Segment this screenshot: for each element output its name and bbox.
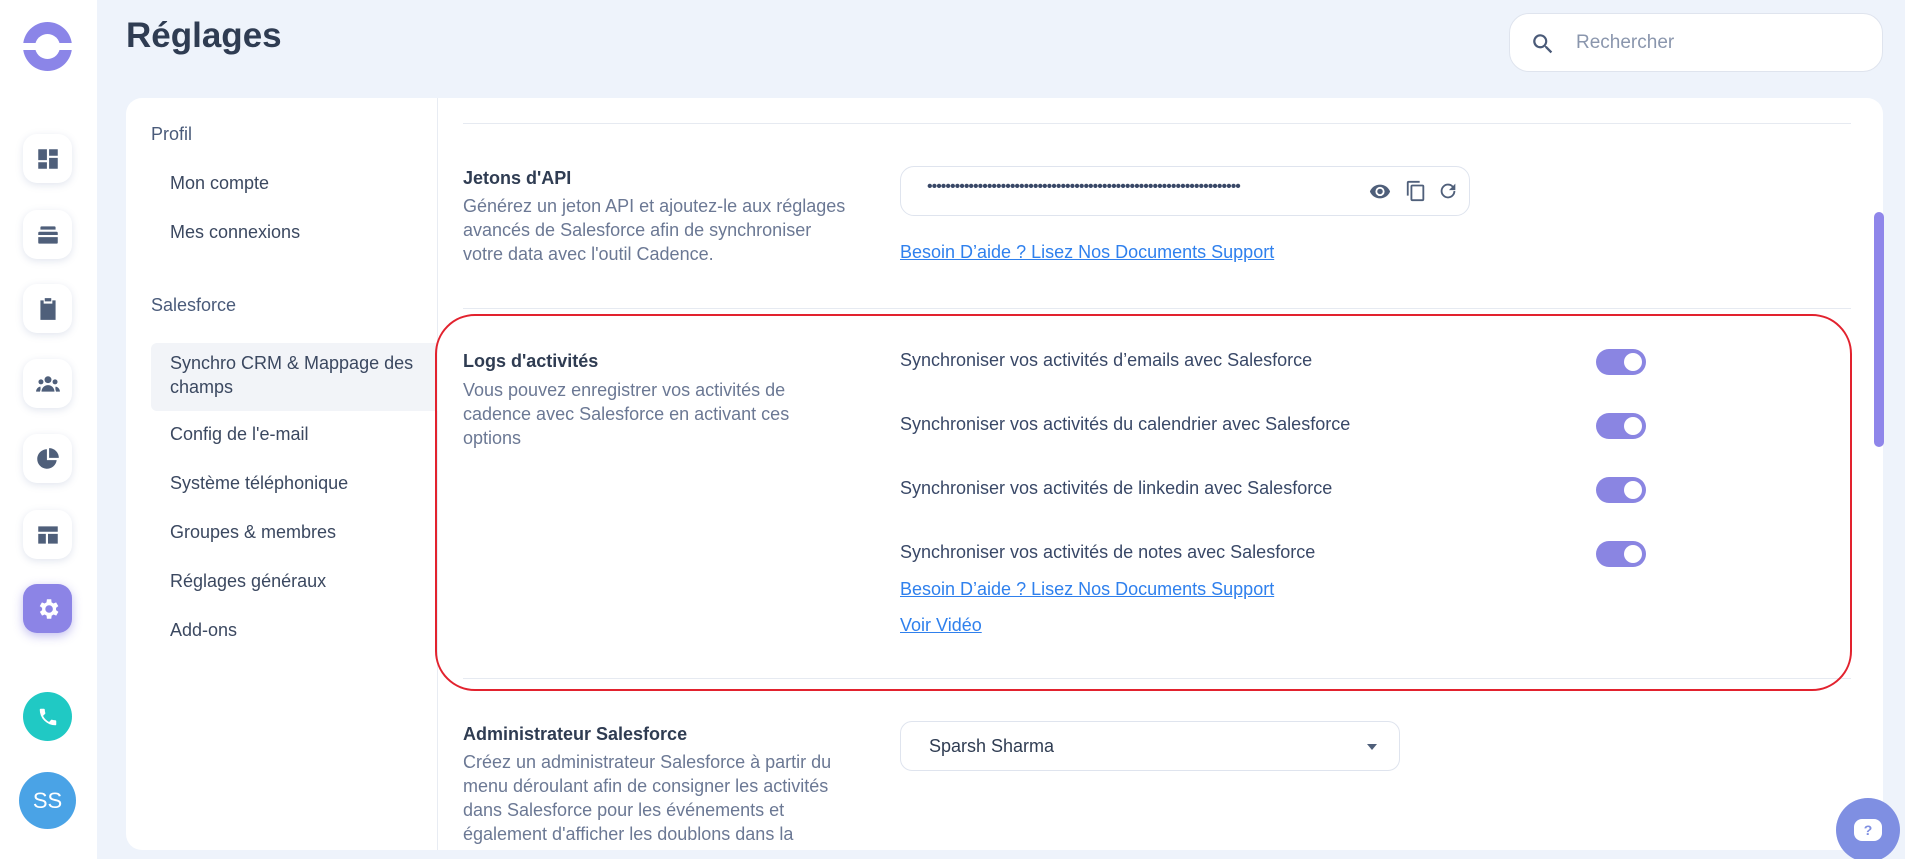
- sidebar-section-salesforce: Salesforce: [151, 295, 237, 315]
- search-input[interactable]: [1576, 28, 1866, 58]
- page-title: Réglages: [126, 16, 282, 55]
- pie-chart-icon[interactable]: [23, 434, 72, 483]
- activity-logs-highlight: [435, 314, 1852, 691]
- api-token-field[interactable]: ••••••••••••••••••••••••••••••••••••••••…: [900, 166, 1470, 216]
- refresh-icon[interactable]: [1437, 180, 1459, 202]
- layers-icon[interactable]: [23, 210, 72, 259]
- sidebar-section-profil: Profil: [151, 124, 193, 144]
- eye-icon[interactable]: [1369, 180, 1391, 202]
- help-button[interactable]: ?: [1836, 798, 1900, 859]
- copy-icon[interactable]: [1405, 180, 1427, 202]
- sidebar-item-mes-connexions[interactable]: Mes connexions: [151, 212, 438, 252]
- settings-sidebar: Profil Mon compte Mes connexions Salesfo…: [126, 98, 438, 850]
- sidebar-item-add-ons[interactable]: Add-ons: [151, 610, 438, 650]
- chevron-down-icon: [1367, 744, 1377, 750]
- search-icon: [1533, 34, 1553, 54]
- avatar[interactable]: SS: [19, 772, 76, 829]
- api-tokens-description: Générez un jeton API et ajoutez-le aux r…: [463, 196, 846, 264]
- sidebar-item-mon-compte[interactable]: Mon compte: [151, 163, 438, 203]
- sidebar-item-groupes-membres[interactable]: Groupes & membres: [151, 512, 438, 552]
- people-icon[interactable]: [23, 359, 72, 408]
- clipboard-icon[interactable]: [23, 284, 72, 333]
- sidebar-item-reglages-generaux[interactable]: Réglages généraux: [151, 561, 438, 601]
- nav-rail: SS: [0, 0, 97, 859]
- admin-select[interactable]: Sparsh Sharma: [900, 721, 1400, 771]
- admin-title: Administrateur Salesforce: [463, 724, 688, 744]
- app-logo[interactable]: [23, 22, 72, 71]
- divider: [463, 123, 1851, 124]
- sidebar-item-synchro-crm[interactable]: Synchro CRM & Mappage des champs: [151, 343, 438, 411]
- api-help-link[interactable]: Besoin D’aide ? Lisez Nos Documents Supp…: [900, 242, 1274, 263]
- divider: [463, 308, 1851, 309]
- scrollbar[interactable]: [1874, 212, 1884, 447]
- help-icon: ?: [1854, 819, 1882, 841]
- phone-icon[interactable]: [23, 692, 72, 741]
- sidebar-item-config-email[interactable]: Config de l'e-mail: [151, 414, 438, 454]
- dashboard-icon[interactable]: [23, 134, 72, 183]
- layout-icon[interactable]: [23, 510, 72, 559]
- admin-selected-value: Sparsh Sharma: [929, 736, 1055, 756]
- api-token-value: ••••••••••••••••••••••••••••••••••••••••…: [927, 178, 1241, 195]
- admin-description: Créez un administrateur Salesforce à par…: [463, 752, 832, 844]
- gear-icon[interactable]: [23, 584, 72, 633]
- api-tokens-title: Jetons d'API: [463, 168, 572, 188]
- search-bar[interactable]: [1509, 13, 1883, 72]
- sidebar-item-systeme-telephonique[interactable]: Système téléphonique: [151, 463, 438, 503]
